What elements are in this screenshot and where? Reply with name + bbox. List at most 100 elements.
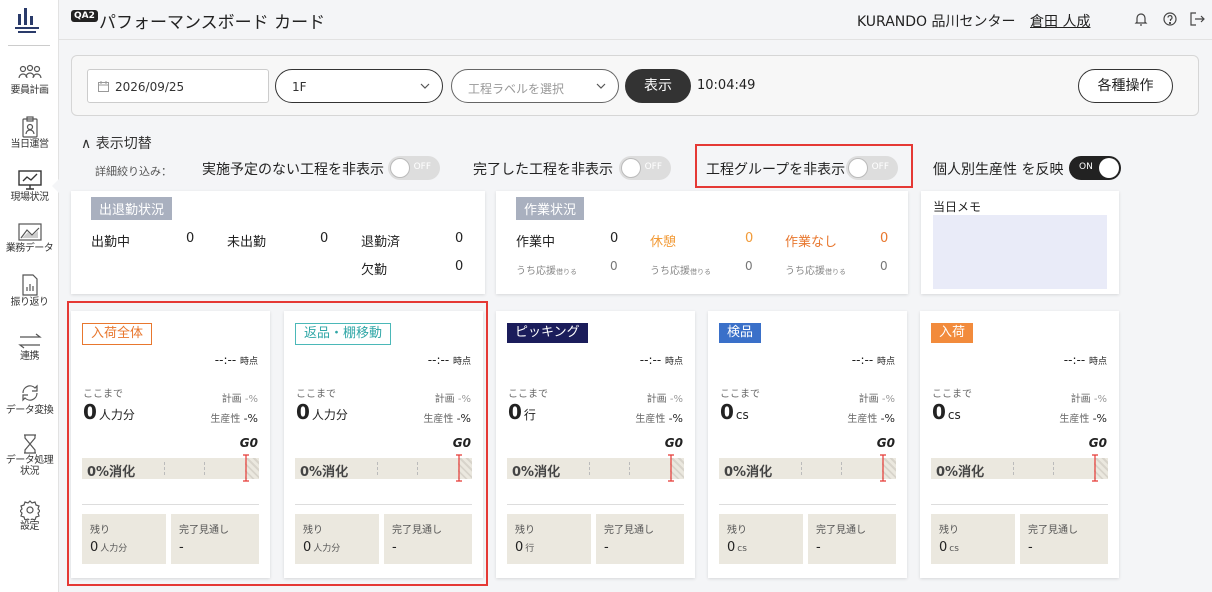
support-label: うち応援借りる [785, 266, 846, 277]
sidebar-item-settings[interactable]: 設定 [0, 500, 59, 532]
filter-panel: 2026/09/25 1F 工程ラベルを選択 表示 10:04:49 各種操作 [71, 55, 1199, 116]
plan-rate: 計画 -% [858, 394, 895, 405]
remaining-label: 残り [939, 525, 959, 536]
so-far-label: ここまで [720, 389, 760, 400]
detail-filter-label: 詳細絞り込み： [95, 165, 172, 178]
floor-select[interactable]: 1F [275, 69, 443, 103]
not-arrived-label: 未出勤 [227, 235, 267, 250]
app-logo-icon[interactable] [15, 6, 39, 36]
process-tag: 入荷 [931, 323, 974, 343]
goal-marker [668, 454, 674, 482]
sidebar-item-label: 連携 [20, 351, 40, 362]
as-of-time: --:-- 時点 [639, 353, 683, 367]
highlight-annotation [67, 301, 488, 586]
remaining-box: 残り 0 cs [931, 514, 1015, 564]
forecast-box: 完了見通し - [1020, 514, 1108, 564]
sidebar-item-label: 業務データ [5, 243, 54, 254]
process-card[interactable]: 検品 --:-- 時点 ここまで 0 cs 計画 -% 生産性 -% G0 0%消… [708, 311, 907, 578]
productivity-rate: 生産性 -% [635, 412, 683, 425]
remaining-value: 0 cs [727, 540, 747, 555]
sidebar-divider [8, 45, 50, 46]
bell-icon[interactable] [1133, 11, 1149, 27]
process-card[interactable]: 入荷 --:-- 時点 ここまで 0 cs 計画 -% 生産性 -% G0 0%消… [920, 311, 1119, 578]
clipboard-icon [21, 116, 38, 138]
card-divider [719, 504, 896, 505]
active-indicator [52, 176, 62, 196]
remaining-label: 残り [727, 525, 747, 536]
personal-productivity-switch[interactable]: ON [1069, 156, 1121, 180]
work-status-tag: 作業状況 [516, 197, 585, 220]
memo-panel: 当日メモ [921, 191, 1119, 294]
hide-unplanned-switch[interactable]: OFF [388, 156, 440, 180]
remaining-box: 残り 0 cs [719, 514, 803, 564]
help-icon[interactable] [1162, 11, 1178, 27]
sidebar-item-data-conversion[interactable]: データ変換 [0, 382, 59, 416]
card-divider [507, 504, 684, 505]
process-label-select[interactable]: 工程ラベルを選択 [451, 69, 619, 103]
report-icon [21, 274, 38, 296]
plan-rate: 計画 -% [1070, 394, 1107, 405]
arrows-icon [17, 333, 42, 349]
sidebar-item-label: データ処理 状況 [5, 455, 54, 477]
switch-state: OFF [413, 162, 431, 172]
sidebar-item-staff-planning[interactable]: 要員計画 [0, 64, 59, 96]
gear-icon [19, 500, 40, 520]
not-arrived-count: 0 [320, 231, 329, 246]
switch-state: OFF [644, 162, 662, 172]
so-far-value: 0 cs [720, 400, 749, 424]
sidebar-item-review[interactable]: 振り返り [0, 274, 59, 308]
as-of-time: --:-- 時点 [851, 353, 895, 367]
memo-textarea[interactable] [933, 215, 1107, 289]
remaining-box: 残り 0行 [507, 514, 591, 564]
bar-gridline [629, 462, 630, 475]
productivity-rate: 生産性 -% [1059, 412, 1107, 425]
chevron-down-icon [420, 83, 430, 89]
plan-rate: 計画 -% [646, 394, 683, 405]
remaining-value: 0 cs [939, 540, 959, 555]
break-label: 休憩 [650, 235, 677, 250]
display-toggle-header[interactable]: ∧ 表示切替 [81, 133, 152, 153]
consumed-text: 0%消化 [512, 465, 561, 480]
forecast-label: 完了見通し [816, 525, 866, 536]
bar-gridline [1053, 462, 1054, 475]
sidebar-item-daily-ops[interactable]: 当日運営 [0, 116, 59, 150]
sidebar-item-business-data[interactable]: 業務データ [0, 222, 59, 254]
hide-completed-switch[interactable]: OFF [619, 156, 671, 180]
sidebar-item-label: 設定 [20, 521, 40, 532]
user-name-link[interactable]: 倉田 人成 [1030, 11, 1090, 31]
left-label: 退勤済 [361, 235, 401, 250]
so-far-value: 0 cs [932, 400, 961, 424]
process-tag: 検品 [719, 323, 762, 343]
operations-button[interactable]: 各種操作 [1078, 69, 1173, 103]
attendance-panel: 出退勤状況 出勤中 0 未出勤 0 退勤済 0 欠勤 0 [71, 191, 485, 294]
hide-unplanned-label: 実施予定のない工程を非表示 [202, 162, 384, 178]
consumed-text: 0%消化 [936, 465, 985, 480]
absent-count: 0 [455, 259, 464, 274]
sidebar-item-integration[interactable]: 連携 [0, 332, 59, 362]
personal-productivity-label: 個人別生産性 を反映 [933, 162, 1064, 178]
bar-gridline [589, 462, 590, 475]
sidebar-item-processing-status[interactable]: データ処理 状況 [0, 434, 59, 477]
sidebar-item-label: 当日運営 [10, 139, 50, 150]
date-picker[interactable]: 2026/09/25 [87, 69, 269, 103]
chart-area-icon [17, 223, 42, 241]
card-divider [931, 504, 1108, 505]
chevron-up-icon: ∧ [81, 136, 92, 152]
hourglass-icon [23, 434, 36, 454]
progress-bar: 0%消化 [507, 454, 684, 482]
support-working-count: 0 [610, 259, 618, 273]
absent-label: 欠勤 [361, 263, 388, 278]
logout-icon[interactable] [1189, 11, 1205, 27]
so-far-label: ここまで [508, 389, 548, 400]
switch-knob [621, 158, 641, 178]
goal-label: G0 [876, 436, 895, 450]
forecast-box: 完了見通し - [596, 514, 684, 564]
attendance-tag: 出退勤状況 [91, 197, 173, 220]
show-button[interactable]: 表示 [625, 69, 691, 103]
hide-group-label: 工程グループを非表示 [706, 162, 846, 178]
hide-group-switch[interactable]: OFF [846, 156, 898, 180]
support-label: うち応援借りる [516, 266, 577, 277]
process-card[interactable]: ピッキング --:-- 時点 ここまで 0行 計画 -% 生産性 -% G0 0… [496, 311, 695, 578]
company-name: KURANDO 品川センター [857, 14, 1016, 30]
work-status-panel: 作業状況 作業中 0 休憩 0 作業なし 0 うち応援借りる 0 うち応援借りる… [496, 191, 908, 294]
